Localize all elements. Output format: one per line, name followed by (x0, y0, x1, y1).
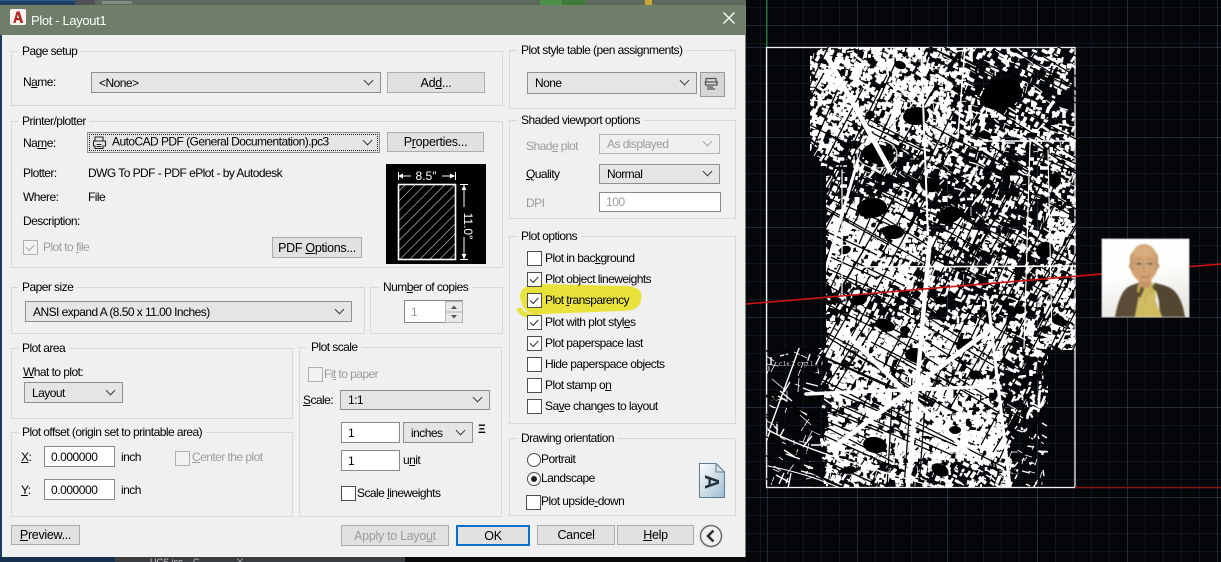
svg-text:с1к.2 стр.1: с1к.2 стр.1 (779, 361, 814, 368)
svg-text:A: A (700, 475, 722, 489)
svg-text:8.5″: 8.5″ (416, 169, 438, 183)
svg-text:11.0″: 11.0″ (461, 213, 475, 240)
